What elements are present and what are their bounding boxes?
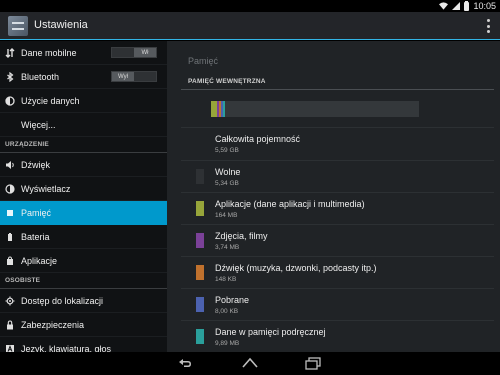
storage-row-size: 148 KB	[215, 276, 237, 283]
location-icon	[5, 296, 15, 306]
color-swatch	[196, 233, 204, 248]
back-icon[interactable]	[177, 356, 193, 370]
divider	[181, 89, 494, 90]
storage-row-downloads[interactable]: Pobrane 8,00 KB	[167, 289, 500, 321]
storage-row-name: Zdjęcia, filmy	[215, 231, 268, 241]
apps-icon	[5, 255, 15, 266]
storage-row-name: Pobrane	[215, 295, 250, 305]
battery-icon	[5, 232, 15, 242]
language-icon	[5, 344, 15, 352]
section-header-personal: OSOBISTE	[0, 273, 167, 289]
storage-row-size: 5,59 GB	[215, 147, 239, 154]
sidebar-item-label: Język, klawiatura, głos	[21, 343, 112, 353]
color-swatch	[196, 201, 204, 216]
app-title: Ustawienia	[34, 19, 88, 31]
storage-row-total[interactable]: Całkowita pojemność 5,59 GB	[167, 128, 500, 160]
sidebar-item-label: Bateria	[21, 231, 50, 242]
lock-icon	[5, 319, 15, 330]
signal-icon	[452, 2, 461, 10]
display-icon	[5, 183, 15, 194]
wifi-icon	[439, 2, 449, 10]
storage-icon	[5, 208, 15, 218]
storage-row-size: 164 MB	[215, 212, 238, 219]
overflow-menu-icon[interactable]	[486, 19, 490, 33]
storage-usage-bar	[211, 101, 419, 117]
sidebar-item-mobile-data[interactable]: Dane mobilne Wł	[0, 41, 167, 65]
sidebar-item-apps[interactable]: Aplikacje	[0, 249, 167, 273]
storage-row-size: 5,34 GB	[215, 180, 239, 187]
toggle-state: Wł	[134, 48, 156, 57]
settings-sidebar: Dane mobilne Wł Bluetooth Wył Użycie dan…	[0, 41, 167, 352]
sidebar-item-label: Zabezpieczenia	[21, 319, 85, 330]
bluetooth-toggle[interactable]: Wył	[111, 71, 157, 82]
category-header: PAMIĘĆ WEWNĘTRZNA	[188, 78, 266, 85]
data-usage-icon	[5, 95, 15, 106]
sound-icon	[5, 160, 15, 170]
recent-apps-icon[interactable]	[305, 356, 321, 370]
color-swatch	[196, 169, 204, 184]
mobile-data-icon	[5, 47, 15, 58]
sidebar-item-display[interactable]: Wyświetlacz	[0, 177, 167, 201]
storage-row-name: Dźwięk (muzyka, dzwonki, podcasty itp.)	[215, 263, 377, 273]
sidebar-item-language[interactable]: Język, klawiatura, głos	[0, 337, 167, 352]
storage-row-name: Aplikacje (dane aplikacji i multimedia)	[215, 199, 365, 209]
sidebar-item-label: Dane mobilne	[21, 47, 77, 58]
status-time: 10:05	[473, 1, 496, 11]
sidebar-item-label: Wyświetlacz	[21, 183, 71, 194]
sidebar-item-more[interactable]: Więcej...	[0, 113, 167, 137]
storage-row-audio[interactable]: Dźwięk (muzyka, dzwonki, podcasty itp.) …	[167, 257, 500, 289]
settings-app-icon[interactable]	[8, 16, 28, 36]
section-header-device: URZĄDZENIE	[0, 137, 167, 153]
storage-row-name: Całkowita pojemność	[215, 134, 301, 144]
storage-row-size: 3,74 MB	[215, 244, 240, 251]
sidebar-item-label: Dźwięk	[21, 159, 51, 170]
storage-row-apps[interactable]: Aplikacje (dane aplikacji i multimedia) …	[167, 193, 500, 225]
sidebar-item-storage[interactable]: Pamięć	[0, 201, 167, 225]
sidebar-item-battery[interactable]: Bateria	[0, 225, 167, 249]
sidebar-item-bluetooth[interactable]: Bluetooth Wył	[0, 65, 167, 89]
storage-row-name: Wolne	[215, 167, 241, 177]
storage-row-size: 9,89 MB	[215, 340, 240, 347]
sidebar-item-label: Pamięć	[21, 207, 52, 218]
sidebar-item-location[interactable]: Dostęp do lokalizacji	[0, 289, 167, 313]
storage-row-size: 8,00 KB	[215, 308, 239, 315]
sidebar-item-security[interactable]: Zabezpieczenia	[0, 313, 167, 337]
storage-row-free[interactable]: Wolne 5,34 GB	[167, 161, 500, 193]
sidebar-item-sound[interactable]: Dźwięk	[0, 153, 167, 177]
mobile-data-toggle[interactable]: Wł	[111, 47, 157, 58]
sidebar-item-data-usage[interactable]: Użycie danych	[0, 89, 167, 113]
battery-icon	[464, 0, 470, 11]
status-icons: 10:05	[439, 0, 496, 12]
color-swatch	[196, 329, 204, 344]
sidebar-item-label: Bluetooth	[21, 71, 60, 82]
page-title: Pamięć	[188, 56, 219, 66]
sidebar-item-label: Użycie danych	[21, 95, 80, 106]
usage-bar-segment	[223, 101, 225, 117]
sidebar-item-label: Dostęp do lokalizacji	[21, 295, 104, 306]
color-swatch	[196, 297, 204, 312]
toggle-state: Wył	[112, 72, 134, 81]
storage-detail-pane: Pamięć PAMIĘĆ WEWNĘTRZNA Całkowita pojem…	[167, 41, 500, 352]
storage-row-name: Dane w pamięci podręcznej	[215, 327, 326, 337]
color-swatch	[196, 265, 204, 280]
storage-row-cache[interactable]: Dane w pamięci podręcznej 9,89 MB	[167, 321, 500, 352]
status-bar: 10:05	[0, 0, 500, 12]
home-icon[interactable]	[242, 356, 258, 370]
action-bar: Ustawienia	[0, 12, 500, 40]
bluetooth-icon	[5, 71, 15, 82]
navigation-bar	[0, 352, 500, 375]
sidebar-item-label: Aplikacje	[21, 255, 58, 266]
sidebar-item-label: Więcej...	[21, 119, 56, 130]
storage-row-photos[interactable]: Zdjęcia, filmy 3,74 MB	[167, 225, 500, 257]
